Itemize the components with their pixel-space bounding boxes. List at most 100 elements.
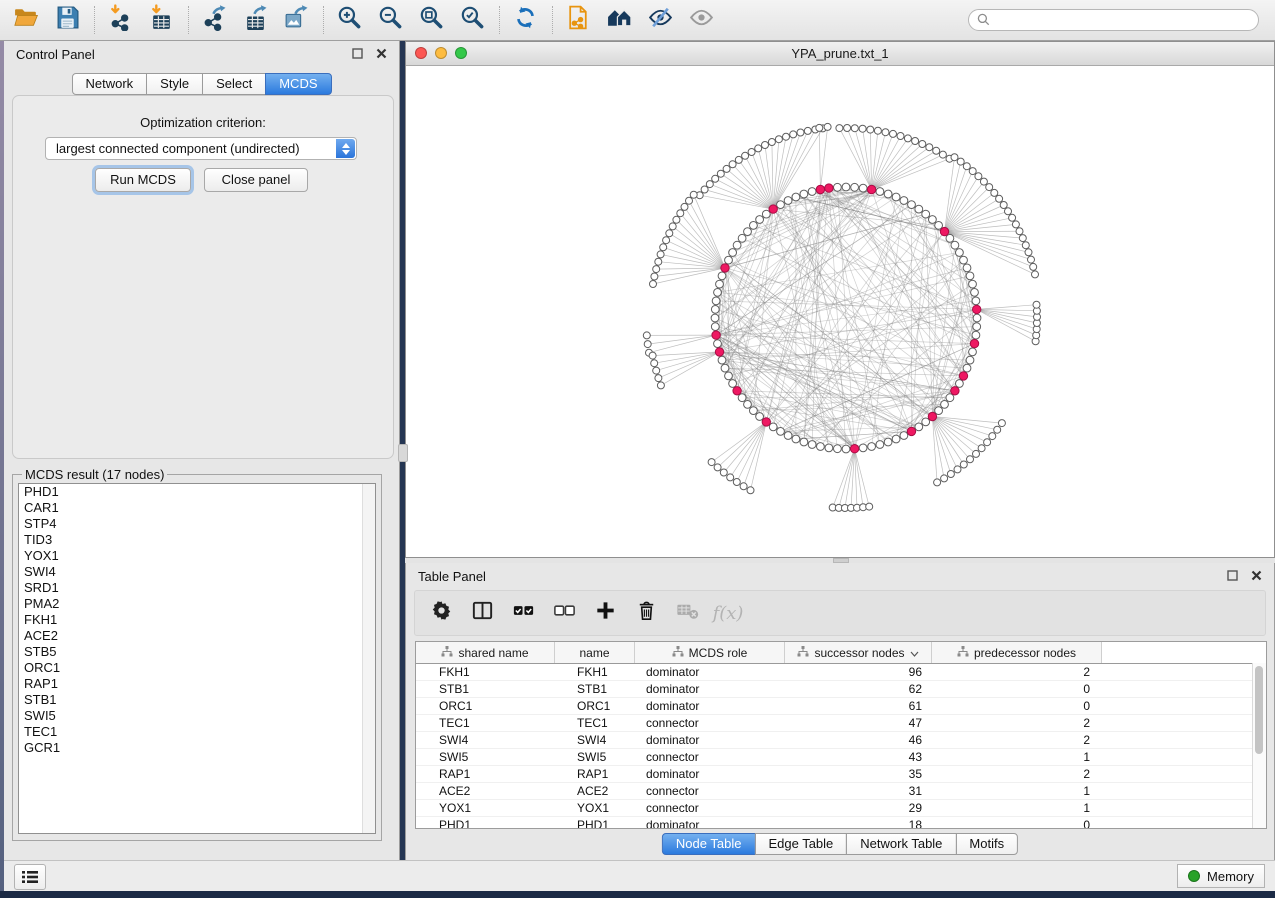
- table-row[interactable]: SWI5SWI5connector431: [416, 749, 1266, 766]
- mcds-result-item[interactable]: ORC1: [19, 660, 375, 676]
- export-table-button[interactable]: [239, 4, 271, 36]
- open-session-button[interactable]: [10, 4, 42, 36]
- table-row[interactable]: TEC1TEC1connector472: [416, 715, 1266, 732]
- float-table-panel-icon[interactable]: [1227, 569, 1238, 584]
- table-panel-header: Table Panel: [406, 563, 1274, 589]
- tab-mcds[interactable]: MCDS: [265, 73, 331, 95]
- save-session-button[interactable]: [51, 4, 83, 36]
- table-scrollbar[interactable]: [1252, 663, 1266, 828]
- column-header-successor-nodes[interactable]: successor nodes: [785, 642, 932, 663]
- mcds-list-scrollbar[interactable]: [362, 484, 375, 833]
- mcds-result-item[interactable]: RAP1: [19, 676, 375, 692]
- column-header-predecessor-nodes[interactable]: predecessor nodes: [932, 642, 1102, 663]
- mcds-result-item[interactable]: ACE2: [19, 628, 375, 644]
- cell-shared-name: SWI5: [416, 750, 555, 764]
- import-table-button[interactable]: [145, 4, 177, 36]
- network-node: [978, 445, 985, 452]
- mcds-result-item[interactable]: GCR1: [19, 740, 375, 756]
- task-history-button[interactable]: [14, 864, 46, 890]
- network-node: [946, 234, 954, 242]
- export-network-button[interactable]: [198, 4, 230, 36]
- network-node: [960, 256, 968, 264]
- table-scrollbar-thumb[interactable]: [1255, 666, 1263, 754]
- mcds-result-item[interactable]: SWI4: [19, 564, 375, 580]
- network-node: [915, 423, 923, 431]
- table-row[interactable]: SWI4SWI4dominator462: [416, 732, 1266, 749]
- search-input[interactable]: [968, 9, 1259, 31]
- optimization-criterion-select[interactable]: largest connected component (undirected): [45, 137, 357, 160]
- refresh-icon: [512, 4, 539, 36]
- table-row[interactable]: YOX1YOX1connector291: [416, 800, 1266, 817]
- float-panel-icon[interactable]: [352, 47, 363, 62]
- status-bar: Memory: [4, 860, 1275, 891]
- zoom-window-icon[interactable]: [455, 47, 467, 59]
- mcds-result-list[interactable]: PHD1CAR1STP4TID3YOX1SWI4SRD1PMA2FKH1ACE2…: [18, 483, 376, 834]
- home-button[interactable]: [603, 4, 635, 36]
- mcds-result-item[interactable]: TID3: [19, 532, 375, 548]
- close-window-icon[interactable]: [415, 47, 427, 59]
- tab-edge-table[interactable]: Edge Table: [754, 833, 847, 855]
- tab-style[interactable]: Style: [146, 73, 203, 95]
- close-panel-button[interactable]: Close panel: [204, 168, 308, 192]
- network-canvas[interactable]: [406, 66, 1274, 558]
- mcds-result-item[interactable]: YOX1: [19, 548, 375, 564]
- network-node: [666, 230, 673, 237]
- mcds-result-item[interactable]: PMA2: [19, 596, 375, 612]
- table-settings-button[interactable]: [428, 600, 454, 626]
- zoom-selected-button[interactable]: [456, 4, 488, 36]
- mcds-result-item[interactable]: CAR1: [19, 500, 375, 516]
- refresh-button[interactable]: [509, 4, 541, 36]
- zoom-in-button[interactable]: [333, 4, 365, 36]
- table-row[interactable]: ORC1ORC1dominator610: [416, 698, 1266, 715]
- network-node: [777, 428, 785, 436]
- mcds-result-item[interactable]: STP4: [19, 516, 375, 532]
- network-node: [733, 241, 741, 249]
- network-node: [975, 173, 982, 180]
- column-header-shared-name[interactable]: shared name: [416, 642, 555, 663]
- network-node: [969, 168, 976, 175]
- tab-network-table[interactable]: Network Table: [846, 833, 956, 855]
- sort-desc-icon: [910, 646, 919, 660]
- tab-motifs[interactable]: Motifs: [955, 833, 1018, 855]
- column-header-name[interactable]: name: [555, 642, 635, 663]
- close-table-panel-icon[interactable]: [1251, 569, 1262, 584]
- mcds-result-item[interactable]: FKH1: [19, 612, 375, 628]
- column-header-MCDS-role[interactable]: MCDS role: [635, 642, 785, 663]
- close-panel-icon[interactable]: [376, 47, 387, 62]
- mcds-result-item[interactable]: PHD1: [19, 484, 375, 500]
- table-row[interactable]: RAP1RAP1dominator352: [416, 766, 1266, 783]
- table-row[interactable]: STB1STB1dominator620: [416, 681, 1266, 698]
- vertical-splitter-handle[interactable]: [398, 444, 408, 462]
- delete-column-button[interactable]: [633, 600, 659, 626]
- network-node: [966, 356, 974, 364]
- cell-successor-nodes: 47: [785, 716, 932, 730]
- tab-network[interactable]: Network: [71, 73, 147, 95]
- memory-button[interactable]: Memory: [1177, 864, 1265, 888]
- mcds-result-item[interactable]: TEC1: [19, 724, 375, 740]
- network-node: [762, 210, 770, 218]
- split-panel-button[interactable]: [469, 600, 495, 626]
- zoom-out-button[interactable]: [374, 4, 406, 36]
- add-column-button[interactable]: [592, 600, 618, 626]
- zoom-fit-button[interactable]: [415, 4, 447, 36]
- table-row[interactable]: ACE2ACE2connector311: [416, 783, 1266, 800]
- mcds-result-item[interactable]: STB5: [19, 644, 375, 660]
- hide-selected-button[interactable]: [644, 4, 676, 36]
- table-row[interactable]: PHD1PHD1dominator180: [416, 817, 1266, 829]
- run-mcds-button[interactable]: Run MCDS: [95, 168, 191, 192]
- node-table: shared namenameMCDS rolesuccessor nodesp…: [415, 641, 1267, 829]
- minimize-window-icon[interactable]: [435, 47, 447, 59]
- mcds-result-item[interactable]: SWI5: [19, 708, 375, 724]
- tab-select[interactable]: Select: [202, 73, 266, 95]
- table-row[interactable]: FKH1FKH1dominator962: [416, 664, 1266, 681]
- tab-node-table[interactable]: Node Table: [662, 833, 756, 855]
- select-all-button[interactable]: [510, 600, 536, 626]
- mcds-result-item[interactable]: STB1: [19, 692, 375, 708]
- network-node: [729, 249, 737, 257]
- mcds-result-item[interactable]: SRD1: [19, 580, 375, 596]
- export-image-button[interactable]: [280, 4, 312, 36]
- deselect-all-button[interactable]: [551, 600, 577, 626]
- share-document-button[interactable]: [562, 4, 594, 36]
- network-window-titlebar[interactable]: YPA_prune.txt_1: [406, 42, 1274, 66]
- import-network-button[interactable]: [104, 4, 136, 36]
